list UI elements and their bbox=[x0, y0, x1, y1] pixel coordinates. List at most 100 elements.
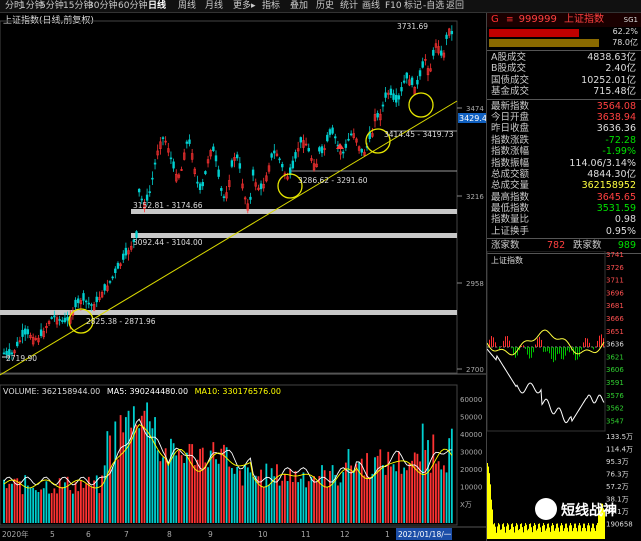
price-axis-label: 3474 bbox=[466, 105, 484, 113]
mini-volume-bar bbox=[593, 523, 594, 539]
volume-value: VOLUME: 362158944.00 bbox=[3, 387, 101, 396]
volume-bar bbox=[411, 460, 413, 523]
toolbar-item-7[interactable]: 周线 bbox=[178, 0, 196, 12]
mini-volume-bar bbox=[582, 527, 583, 539]
mini-axis-label: 3636 bbox=[606, 341, 624, 349]
candle-body bbox=[58, 319, 61, 321]
toolbar-item-11[interactable]: 叠加 bbox=[290, 0, 308, 12]
mini-volume-bar bbox=[559, 531, 560, 539]
ratio-bar-fill-2 bbox=[489, 39, 599, 47]
candle-body bbox=[270, 153, 273, 158]
candle-body bbox=[201, 182, 204, 187]
mini-breadth-bar bbox=[587, 338, 588, 347]
mini-volume-bar bbox=[591, 527, 592, 539]
price-annotation: 3092.44 - 3104.00 bbox=[133, 238, 203, 247]
volume-bar bbox=[337, 485, 339, 523]
volume-bar bbox=[400, 473, 403, 523]
candle-body bbox=[135, 231, 138, 238]
quote-row-value: 3531.59 bbox=[596, 203, 636, 215]
date-axis-label: 2020年 bbox=[2, 529, 29, 539]
toolbar-item-16[interactable]: 标记 bbox=[404, 0, 422, 12]
mini-volume-bar bbox=[517, 524, 518, 539]
mini-volume-bar bbox=[525, 523, 526, 539]
candle-body bbox=[21, 329, 24, 337]
mini-axis-label: 3576 bbox=[606, 392, 624, 400]
mini-volume-bar bbox=[592, 523, 593, 539]
quote-row: 指数振幅 114.06/3.14% bbox=[487, 158, 641, 169]
ratio-bar: 62.2% 78.0亿 bbox=[487, 27, 641, 49]
mini-volume-bar bbox=[583, 523, 584, 539]
mini-axis-label: 3547 bbox=[606, 417, 624, 425]
mini-volume-bar bbox=[547, 523, 548, 539]
volume-bar bbox=[37, 492, 40, 523]
mini-volume-bar bbox=[568, 531, 569, 539]
mini-volume-bar bbox=[515, 526, 516, 539]
volume-bar bbox=[156, 450, 159, 523]
toolbar-item-14[interactable]: 画线 bbox=[362, 0, 380, 12]
quote-row-label: 指数涨跌 bbox=[491, 134, 530, 146]
volume-bar bbox=[427, 440, 429, 523]
toolbar-item-4[interactable]: 30分钟 bbox=[88, 0, 117, 12]
candle-body bbox=[432, 49, 435, 56]
toolbar-item-9[interactable]: 更多▸ bbox=[233, 0, 256, 12]
mini-volume-bar bbox=[552, 523, 553, 539]
volume-bar bbox=[424, 450, 427, 523]
volume-bar bbox=[384, 474, 387, 523]
volume-bar bbox=[450, 428, 453, 523]
toolbar-item-6[interactable]: 日线 bbox=[148, 0, 166, 12]
mini-vol-axis-label: 76.3万 bbox=[606, 471, 629, 479]
candle-body bbox=[344, 143, 348, 148]
mini-breadth-bar bbox=[495, 342, 496, 347]
quote-row: 指数量比 0.98 bbox=[487, 214, 641, 225]
mini-volume-bar bbox=[543, 523, 544, 539]
volume-bar bbox=[244, 464, 247, 523]
candle-body bbox=[103, 284, 106, 291]
ratio-top: 62.2% bbox=[612, 27, 638, 36]
date-axis-label: 9 bbox=[208, 530, 213, 539]
kline-chart[interactable]: 3474 3216 2958 2700 3429.4 3731.69 3414.45 - 3… bbox=[0, 13, 486, 541]
kline-chart-area[interactable]: 上证指数(日线,前复权) 3474 3216 2958 2700 3429.4 3731.… bbox=[0, 13, 486, 541]
candle-body bbox=[450, 30, 454, 35]
mini-volume-bar bbox=[493, 524, 494, 539]
toolbar-item-17[interactable]: -自选 bbox=[423, 0, 444, 12]
volume-bar bbox=[397, 451, 400, 523]
date-axis-label: 8 bbox=[167, 530, 172, 539]
toolbar-item-5[interactable]: 60分钟 bbox=[118, 0, 147, 12]
toolbar-item-12[interactable]: 历史 bbox=[316, 0, 334, 12]
toolbar-item-18[interactable]: 返回 bbox=[446, 0, 464, 12]
mini-breadth-bar bbox=[537, 338, 538, 347]
volume-bar bbox=[34, 490, 37, 523]
volume-bar bbox=[278, 485, 281, 523]
mini-volume-bar bbox=[498, 523, 499, 539]
mini-volume-bar bbox=[550, 531, 551, 539]
mini-breadth-bar bbox=[525, 347, 526, 349]
candle-body bbox=[169, 157, 173, 160]
mini-volume-bar bbox=[557, 523, 558, 539]
mini-volume-bar bbox=[544, 524, 545, 539]
volume-bar bbox=[199, 448, 201, 523]
toolbar-item-2[interactable]: 5分钟 bbox=[40, 0, 64, 12]
mini-volume-bar bbox=[528, 528, 529, 539]
mini-breadth-bar bbox=[593, 347, 594, 350]
volume-axis-label: 50000 bbox=[460, 414, 482, 422]
toolbar-item-8[interactable]: 月线 bbox=[205, 0, 223, 12]
mini-volume-bar bbox=[571, 525, 572, 539]
date-axis-label: 12 bbox=[340, 530, 350, 539]
quote-row: 上证换手 0.95% bbox=[487, 226, 641, 237]
candle-body bbox=[376, 113, 379, 118]
mini-breadth-bar bbox=[545, 347, 546, 352]
toolbar-item-10[interactable]: 指标 bbox=[262, 0, 280, 12]
toolbar-item-13[interactable]: 统计 bbox=[340, 0, 358, 12]
candle-body bbox=[161, 137, 165, 139]
toolbar-item-15[interactable]: F10 bbox=[385, 0, 402, 12]
candle-body bbox=[188, 139, 191, 144]
mini-breadth-bar bbox=[493, 337, 494, 347]
volume-bar bbox=[429, 472, 432, 523]
mini-breadth-bar bbox=[579, 347, 580, 357]
mini-breadth-bar bbox=[549, 347, 550, 354]
mini-breadth-bar bbox=[563, 347, 564, 360]
mini-breadth-bar bbox=[567, 347, 568, 351]
volume-bar bbox=[45, 481, 48, 523]
price-annotation: 3286.62 - 3291.60 bbox=[298, 176, 368, 185]
volume-bar bbox=[254, 475, 257, 523]
